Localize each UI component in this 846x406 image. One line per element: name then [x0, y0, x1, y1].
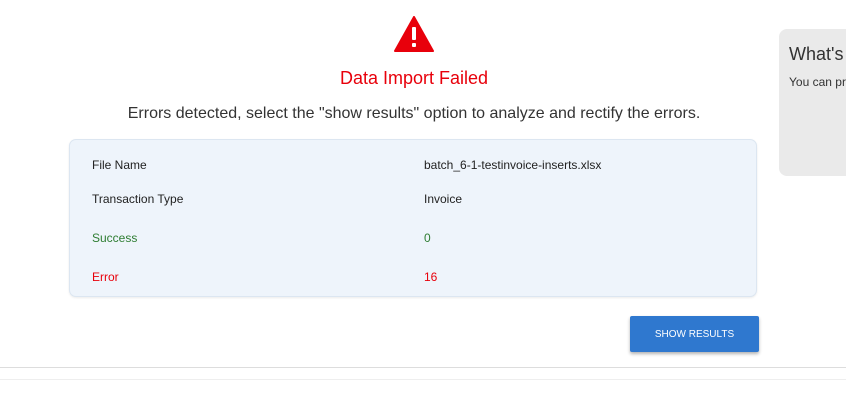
- import-status-message: Errors detected, select the "show result…: [127, 105, 701, 122]
- file-name-label: File Name: [92, 158, 147, 172]
- section-divider: [0, 367, 846, 368]
- transaction-type-value: Invoice: [424, 192, 463, 206]
- whats-new-panel: What's You can pr: [779, 29, 846, 176]
- detail-row-error: Error 16: [70, 267, 756, 287]
- success-label: Success: [92, 231, 138, 245]
- footer-divider: [0, 379, 846, 380]
- import-status-title: Data Import Failed: [339, 68, 489, 88]
- detail-row-file-name: File Name batch_6-1-testinvoice-inserts.…: [70, 155, 756, 175]
- side-panel-text: You can pr: [789, 75, 846, 89]
- file-name-value: batch_6-1-testinvoice-inserts.xlsx: [424, 158, 602, 172]
- import-details-card: File Name batch_6-1-testinvoice-inserts.…: [69, 139, 757, 297]
- warning-icon: [394, 16, 434, 52]
- error-label: Error: [92, 270, 119, 284]
- detail-row-transaction-type: Transaction Type Invoice: [70, 189, 756, 209]
- transaction-type-label: Transaction Type: [92, 192, 184, 206]
- error-count: 16: [424, 270, 438, 284]
- side-panel-title: What's: [789, 44, 844, 64]
- show-results-button[interactable]: SHOW RESULTS: [630, 316, 759, 352]
- import-result-page: Data Import Failed Errors detected, sele…: [0, 0, 846, 406]
- success-count: 0: [424, 231, 431, 245]
- detail-row-success: Success 0: [70, 228, 756, 248]
